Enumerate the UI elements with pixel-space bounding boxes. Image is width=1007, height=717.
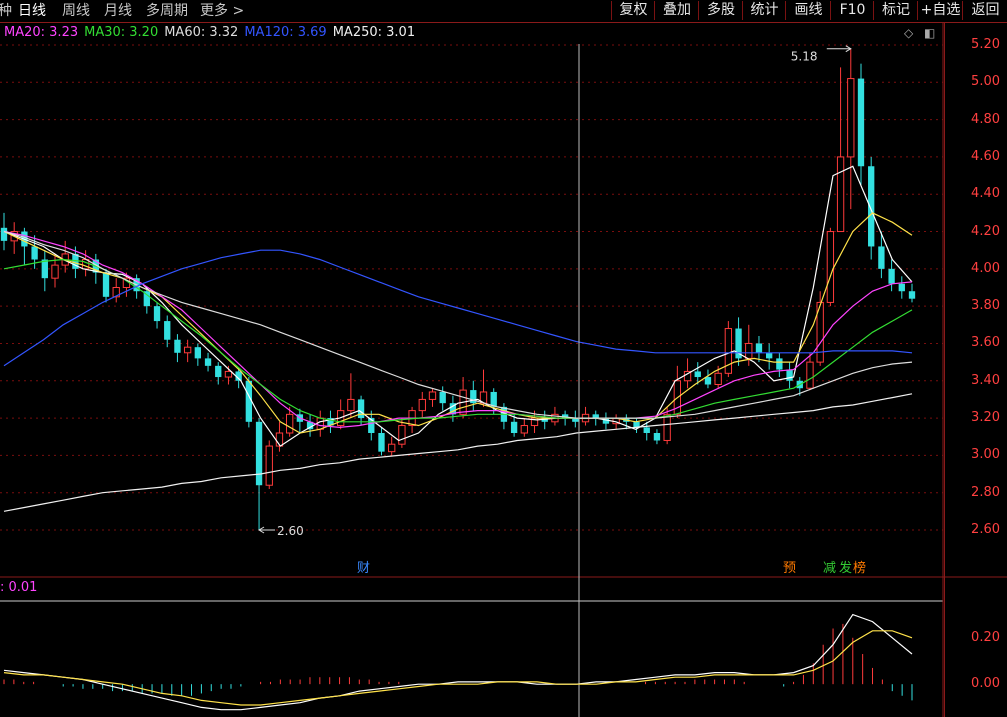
ma-line-ma250	[3, 393, 913, 512]
candle-body	[255, 421, 263, 486]
candle-body	[194, 347, 202, 359]
ma-line-ma60	[3, 230, 913, 419]
candle-body	[786, 369, 793, 381]
ma-line-ma120	[3, 249, 913, 367]
candle-body	[316, 417, 324, 430]
candle-body	[265, 445, 273, 486]
candle-body	[888, 268, 895, 284]
price-tick-label: 5.00	[971, 74, 1000, 90]
price-tick-label: 4.00	[971, 260, 1000, 276]
event-marker-3: 发	[839, 560, 852, 576]
candle-body	[347, 398, 355, 412]
candle-body	[398, 425, 406, 445]
candle-body	[174, 339, 181, 353]
candle-body	[204, 358, 212, 366]
event-marker-4: 榜	[853, 560, 866, 576]
price-tick-label: 3.00	[971, 447, 1000, 463]
kline-chart[interactable]: 5.18 2.60 财 预 减发榜	[0, 0, 1007, 717]
candle-body	[868, 166, 875, 247]
candle-body	[0, 227, 8, 241]
candle-body	[694, 371, 701, 378]
price-axis: 5.20 5.00 4.80 4.60 4.40 4.20 4.00 3.80 3.60 3.40…	[944, 23, 1007, 717]
event-marker-1: 预	[783, 561, 796, 576]
candle-body	[41, 259, 48, 279]
ma-line-ma10	[3, 212, 913, 434]
candle-body	[357, 399, 365, 419]
price-tick-label: 4.40	[971, 186, 1000, 202]
candle-body	[704, 377, 712, 385]
candle-body	[183, 346, 192, 354]
price-tick-label: 3.20	[971, 410, 1000, 426]
candle-body	[153, 306, 161, 322]
candle-body	[164, 321, 171, 340]
price-tick-label: 2.60	[971, 522, 1000, 537]
event-marker-2: 减	[823, 561, 836, 576]
candle-body	[215, 365, 222, 378]
candle-body	[806, 361, 814, 389]
candle-body	[755, 343, 763, 353]
candle-body	[520, 425, 528, 434]
macd-legend: : 0.01	[0, 580, 38, 595]
macd-dea-line	[3, 630, 913, 706]
candle-body	[653, 433, 661, 441]
price-tick-label: 3.40	[971, 372, 1000, 388]
candle-body	[286, 413, 294, 434]
candle-body	[745, 342, 753, 359]
candle-body	[224, 370, 233, 378]
candle-body	[439, 391, 446, 404]
price-tick-label: 4.60	[971, 148, 1000, 164]
candle-body	[428, 391, 437, 400]
candle-body	[663, 413, 671, 441]
candle-body	[510, 421, 518, 433]
price-tick-label: 2.80	[971, 484, 1000, 500]
candle-body	[857, 78, 865, 167]
macd-dif-line	[3, 613, 913, 711]
candle-body	[388, 443, 396, 453]
price-tick-label: 5.20	[971, 37, 1000, 52]
price-tick-label: 4.20	[971, 223, 1000, 239]
candle-body	[847, 78, 855, 158]
candle-body	[643, 427, 650, 433]
candle-body	[898, 283, 905, 292]
candle-body	[51, 264, 59, 279]
macd-tick-label: 0.20	[971, 629, 1000, 645]
candle-body	[714, 372, 722, 385]
event-marker-0: 财	[357, 561, 370, 576]
candle-body	[31, 246, 38, 260]
candle-body	[378, 433, 385, 452]
candle-body	[878, 246, 885, 269]
candle-body	[908, 291, 916, 299]
ma-line-ma30	[3, 258, 913, 423]
candle-body	[102, 272, 110, 297]
candle-body	[836, 156, 845, 233]
price-tick-label: 3.80	[971, 298, 1000, 314]
candle-body	[826, 231, 835, 303]
macd-tick-label: 0.00	[971, 676, 1000, 692]
price-tick-label: 4.80	[971, 111, 1000, 127]
ma-line-ma20	[3, 230, 913, 429]
candle-body	[766, 352, 773, 359]
low-price-label: 2.60	[277, 524, 304, 538]
price-tick-label: 3.60	[971, 335, 1000, 351]
high-price-label: 5.18	[791, 50, 818, 64]
candle-body	[776, 358, 783, 370]
candle-body	[418, 398, 426, 412]
